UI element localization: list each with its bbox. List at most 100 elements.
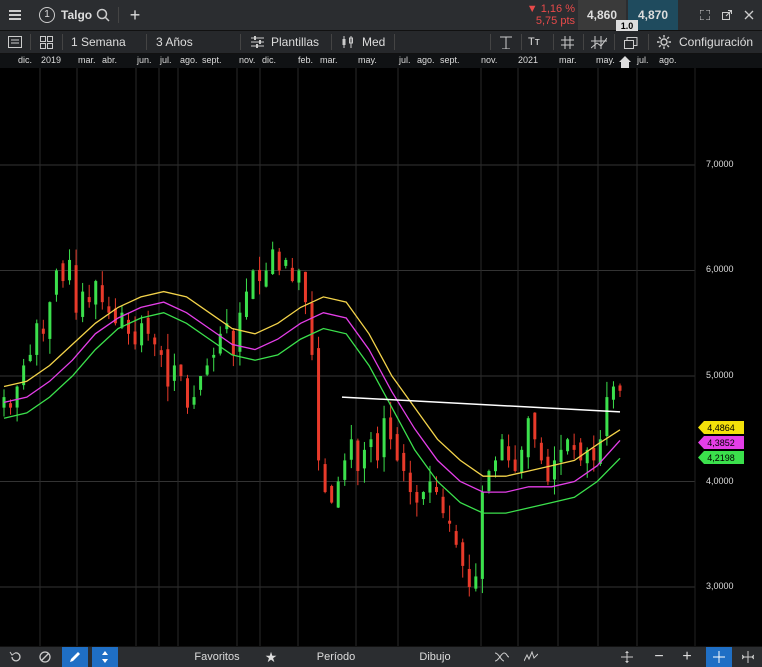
candle-body [546,456,550,482]
candle-body [297,270,301,283]
text-tool-button[interactable]: Tт [528,31,540,53]
change-percent: ▼ 1,16 % [526,3,575,15]
crosshair-icon[interactable] [706,647,732,667]
candle-body [48,302,52,339]
candle-body [87,297,91,303]
candle-body [244,291,248,317]
gridlines-icon[interactable] [561,31,574,53]
candle-body [68,259,72,281]
interval-select[interactable]: 1 Semana [71,31,126,53]
candle-body [172,365,176,381]
candle-body [35,323,39,355]
delete-icon[interactable] [36,647,54,667]
chart-canvas[interactable] [0,68,762,646]
candle-body [415,492,419,503]
candle-body [153,337,157,345]
y-tick: 7,0000 [706,159,734,169]
candle-body [61,263,65,282]
zoom-out-icon[interactable]: − [650,647,668,667]
move-icon[interactable] [618,647,636,667]
menu-icon[interactable] [4,0,26,30]
star-icon[interactable]: ★ [262,647,280,667]
candle-body [402,452,406,471]
candle-body [611,386,615,400]
candle-body [146,317,150,334]
candle-body [41,328,45,334]
candle-body [572,445,576,450]
candle-body [500,439,504,461]
candle-body [159,350,163,355]
favorites-button[interactable]: Favoritos [186,647,248,667]
zoom-in-icon[interactable]: + [678,647,696,667]
chart-toolbar: 1 Semana 3 Años Plantillas Med Tт Config… [0,31,762,54]
compare-icon[interactable] [493,647,511,667]
x-tick: jul. [399,55,411,65]
undo-icon[interactable] [6,647,24,667]
candle-body [127,319,131,334]
popout-icon[interactable] [718,0,736,30]
candle-body [264,270,268,287]
expand-icon[interactable] [696,0,714,30]
cursor-icon[interactable] [500,31,512,53]
candle-body [349,439,353,460]
drawing-button[interactable]: Dibujo [400,647,470,667]
candle-body [251,270,255,299]
copy-chart-icon[interactable] [624,31,638,53]
candle-body [277,251,281,271]
y-tick: 5,0000 [706,370,734,380]
candle-body [520,449,524,473]
search-icon[interactable] [94,0,112,30]
candle-body [133,331,137,345]
instrument-header: 1 Talgo + ▼ 1,16 % 5,75 pts 4,860 4,870 … [0,0,762,31]
range-select[interactable]: 3 Años [156,31,193,53]
templates-icon[interactable] [251,31,264,53]
candle-body [376,433,380,461]
price-chart[interactable]: 7,0000 6,0000 5,0000 4,0000 3,0000 4,486… [0,68,762,646]
candle-body [618,385,622,391]
x-tick: mar. [78,55,96,65]
candle-body [107,306,111,313]
tab-number-icon[interactable]: 1 [38,0,56,30]
candle-body [382,418,386,458]
candle-body [185,378,189,408]
y-tick: 3,0000 [706,581,734,591]
candle-body [54,270,58,295]
candle-body [533,412,537,440]
list-icon[interactable] [8,31,22,53]
period-button[interactable]: Período [286,647,386,667]
candle-body [336,481,340,508]
settings-button[interactable]: Configuración [679,31,753,53]
templates-button[interactable]: Plantillas [271,31,319,53]
fit-icon[interactable] [738,647,758,667]
instrument-name[interactable]: Talgo [61,0,93,30]
magnet-icon[interactable] [92,647,118,667]
candlestick-icon[interactable] [341,31,355,53]
candle-body [74,265,78,313]
candle-body [303,271,307,303]
candle-body [166,349,170,387]
candle-body [605,397,609,436]
add-tab-icon[interactable]: + [126,0,144,30]
layout-grid-icon[interactable] [40,31,53,53]
candle-body [310,302,314,355]
candle-body [362,449,366,469]
candle-type-select[interactable]: Med [362,31,385,53]
candle-body [231,330,235,355]
indicator-wave-icon[interactable] [522,647,540,667]
y-tick: 6,0000 [706,264,734,274]
indicators-icon[interactable] [591,31,607,53]
candle-body [474,576,478,589]
x-tick: may. [358,55,377,65]
x-tick: mar. [559,55,577,65]
candle-body [592,447,596,461]
candle-body [9,403,13,408]
pencil-icon[interactable] [62,647,88,667]
x-tick: abr. [102,55,118,65]
x-tick: feb. [298,55,314,65]
candle-body [526,418,530,458]
candle-body [408,472,412,493]
close-icon[interactable] [740,0,758,30]
settings-gear-icon[interactable] [657,31,671,53]
candle-body [284,259,288,266]
candle-body [100,285,104,303]
